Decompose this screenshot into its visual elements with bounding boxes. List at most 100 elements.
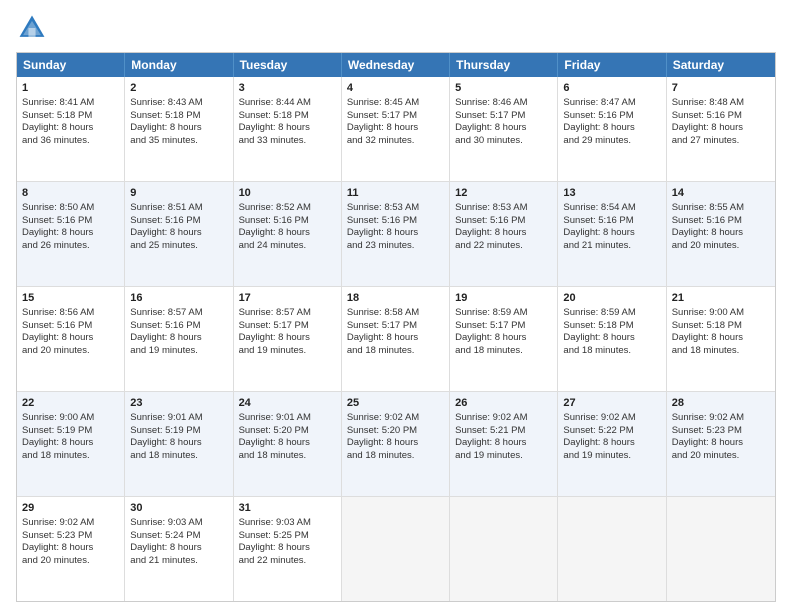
calendar-body: 1Sunrise: 8:41 AMSunset: 5:18 PMDaylight… <box>17 77 775 601</box>
day-number: 1 <box>22 81 119 96</box>
day-info-line: Sunset: 5:16 PM <box>22 320 119 333</box>
day-cell-15: 15Sunrise: 8:56 AMSunset: 5:16 PMDayligh… <box>17 287 125 391</box>
day-number: 21 <box>672 291 770 306</box>
day-number: 22 <box>22 396 119 411</box>
logo-icon <box>16 12 48 44</box>
calendar-row-2: 8Sunrise: 8:50 AMSunset: 5:16 PMDaylight… <box>17 182 775 287</box>
day-info-line: Sunrise: 8:59 AM <box>455 307 552 320</box>
day-cell-8: 8Sunrise: 8:50 AMSunset: 5:16 PMDaylight… <box>17 182 125 286</box>
logo <box>16 12 52 44</box>
day-info-line: Daylight: 8 hours <box>455 332 552 345</box>
day-info-line: Sunset: 5:18 PM <box>22 110 119 123</box>
day-info-line: and 20 minutes. <box>672 450 770 463</box>
day-info-line: Daylight: 8 hours <box>239 437 336 450</box>
day-info-line: Daylight: 8 hours <box>22 437 119 450</box>
day-info-line: Sunrise: 8:52 AM <box>239 202 336 215</box>
day-info-line: Sunset: 5:16 PM <box>672 110 770 123</box>
day-number: 9 <box>130 186 227 201</box>
day-info-line: Daylight: 8 hours <box>22 542 119 555</box>
header-day-wednesday: Wednesday <box>342 53 450 77</box>
day-cell-23: 23Sunrise: 9:01 AMSunset: 5:19 PMDayligh… <box>125 392 233 496</box>
day-info-line: and 21 minutes. <box>563 240 660 253</box>
day-info-line: Daylight: 8 hours <box>455 122 552 135</box>
day-info-line: and 20 minutes. <box>22 555 119 568</box>
day-info-line: and 18 minutes. <box>672 345 770 358</box>
header-day-saturday: Saturday <box>667 53 775 77</box>
day-cell-17: 17Sunrise: 8:57 AMSunset: 5:17 PMDayligh… <box>234 287 342 391</box>
day-info-line: Daylight: 8 hours <box>455 437 552 450</box>
day-info-line: Sunrise: 9:00 AM <box>22 412 119 425</box>
day-info-line: Sunrise: 9:02 AM <box>672 412 770 425</box>
day-number: 17 <box>239 291 336 306</box>
day-number: 19 <box>455 291 552 306</box>
day-info-line: and 24 minutes. <box>239 240 336 253</box>
day-cell-16: 16Sunrise: 8:57 AMSunset: 5:16 PMDayligh… <box>125 287 233 391</box>
day-number: 20 <box>563 291 660 306</box>
day-number: 23 <box>130 396 227 411</box>
day-info-line: Sunrise: 9:01 AM <box>130 412 227 425</box>
day-info-line: Sunset: 5:23 PM <box>22 530 119 543</box>
day-cell-25: 25Sunrise: 9:02 AMSunset: 5:20 PMDayligh… <box>342 392 450 496</box>
day-number: 8 <box>22 186 119 201</box>
day-number: 31 <box>239 501 336 516</box>
day-info-line: Daylight: 8 hours <box>563 122 660 135</box>
day-info-line: Sunrise: 8:58 AM <box>347 307 444 320</box>
day-cell-18: 18Sunrise: 8:58 AMSunset: 5:17 PMDayligh… <box>342 287 450 391</box>
day-info-line: Daylight: 8 hours <box>455 227 552 240</box>
day-number: 3 <box>239 81 336 96</box>
day-info-line: Daylight: 8 hours <box>130 332 227 345</box>
day-number: 10 <box>239 186 336 201</box>
day-cell-22: 22Sunrise: 9:00 AMSunset: 5:19 PMDayligh… <box>17 392 125 496</box>
day-info-line: and 23 minutes. <box>347 240 444 253</box>
header-day-tuesday: Tuesday <box>234 53 342 77</box>
day-info-line: and 19 minutes. <box>455 450 552 463</box>
day-info-line: Daylight: 8 hours <box>130 437 227 450</box>
day-cell-21: 21Sunrise: 9:00 AMSunset: 5:18 PMDayligh… <box>667 287 775 391</box>
day-info-line: Sunset: 5:16 PM <box>130 215 227 228</box>
calendar-row-1: 1Sunrise: 8:41 AMSunset: 5:18 PMDaylight… <box>17 77 775 182</box>
empty-cell-4-5 <box>558 497 666 601</box>
day-cell-27: 27Sunrise: 9:02 AMSunset: 5:22 PMDayligh… <box>558 392 666 496</box>
day-info-line: Daylight: 8 hours <box>22 122 119 135</box>
day-info-line: Daylight: 8 hours <box>672 122 770 135</box>
day-info-line: and 18 minutes. <box>563 345 660 358</box>
day-info-line: and 18 minutes. <box>22 450 119 463</box>
day-number: 16 <box>130 291 227 306</box>
day-cell-9: 9Sunrise: 8:51 AMSunset: 5:16 PMDaylight… <box>125 182 233 286</box>
day-info-line: Sunrise: 9:03 AM <box>130 517 227 530</box>
day-info-line: Sunrise: 9:02 AM <box>22 517 119 530</box>
day-info-line: Sunrise: 8:56 AM <box>22 307 119 320</box>
day-info-line: Sunrise: 8:45 AM <box>347 97 444 110</box>
day-info-line: Daylight: 8 hours <box>563 227 660 240</box>
day-cell-4: 4Sunrise: 8:45 AMSunset: 5:17 PMDaylight… <box>342 77 450 181</box>
day-number: 25 <box>347 396 444 411</box>
day-info-line: and 35 minutes. <box>130 135 227 148</box>
day-cell-2: 2Sunrise: 8:43 AMSunset: 5:18 PMDaylight… <box>125 77 233 181</box>
day-info-line: Daylight: 8 hours <box>563 437 660 450</box>
day-cell-11: 11Sunrise: 8:53 AMSunset: 5:16 PMDayligh… <box>342 182 450 286</box>
day-info-line: Daylight: 8 hours <box>239 227 336 240</box>
day-cell-10: 10Sunrise: 8:52 AMSunset: 5:16 PMDayligh… <box>234 182 342 286</box>
day-info-line: Sunrise: 9:01 AM <box>239 412 336 425</box>
day-info-line: Daylight: 8 hours <box>130 542 227 555</box>
day-info-line: Sunrise: 9:02 AM <box>347 412 444 425</box>
day-info-line: Daylight: 8 hours <box>672 332 770 345</box>
day-info-line: Daylight: 8 hours <box>239 542 336 555</box>
day-number: 24 <box>239 396 336 411</box>
day-info-line: Sunset: 5:19 PM <box>130 425 227 438</box>
day-info-line: and 18 minutes. <box>347 450 444 463</box>
day-info-line: and 19 minutes. <box>563 450 660 463</box>
calendar-header: SundayMondayTuesdayWednesdayThursdayFrid… <box>17 53 775 77</box>
day-info-line: Sunset: 5:18 PM <box>563 320 660 333</box>
day-cell-19: 19Sunrise: 8:59 AMSunset: 5:17 PMDayligh… <box>450 287 558 391</box>
day-info-line: and 25 minutes. <box>130 240 227 253</box>
day-cell-12: 12Sunrise: 8:53 AMSunset: 5:16 PMDayligh… <box>450 182 558 286</box>
day-info-line: Sunset: 5:19 PM <box>22 425 119 438</box>
day-info-line: Sunset: 5:24 PM <box>130 530 227 543</box>
empty-cell-4-3 <box>342 497 450 601</box>
day-info-line: Sunset: 5:16 PM <box>563 215 660 228</box>
day-info-line: Daylight: 8 hours <box>130 122 227 135</box>
day-number: 28 <box>672 396 770 411</box>
day-info-line: Sunrise: 8:57 AM <box>239 307 336 320</box>
day-cell-20: 20Sunrise: 8:59 AMSunset: 5:18 PMDayligh… <box>558 287 666 391</box>
